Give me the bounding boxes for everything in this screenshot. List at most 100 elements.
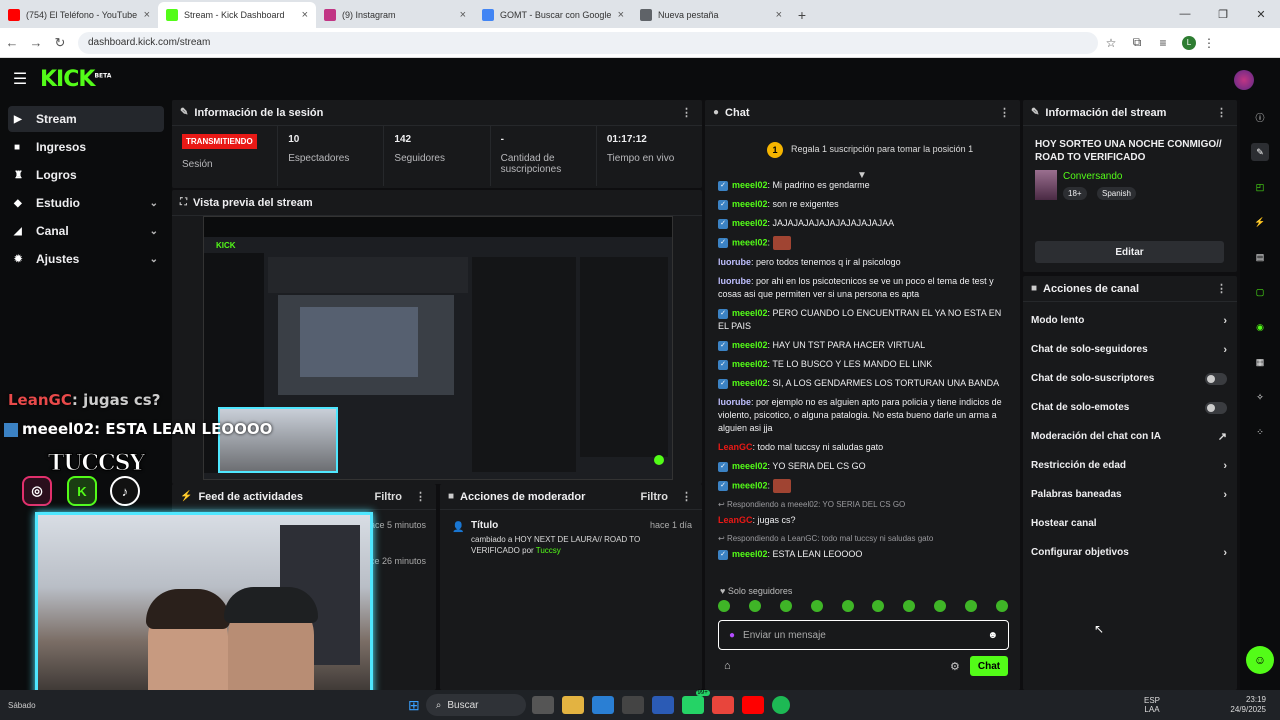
chat-username[interactable]: meeel02 [732,549,768,559]
chat-message[interactable]: ✓ meeel02: TE LO BUSCO Y LES MANDO EL LIN… [712,355,1012,374]
sidebar-item-ingresos[interactable]: ■ Ingresos [8,134,164,160]
language-indicator[interactable]: ESP LAA [1144,696,1160,714]
emote-icon[interactable] [718,600,730,612]
app-icon[interactable] [621,696,644,714]
stream-category[interactable]: Conversando [1063,171,1122,182]
whatsapp-icon[interactable]: 99+ [681,690,710,714]
channel-action-item[interactable]: Configurar objetivos › [1023,538,1237,567]
minimize-icon[interactable]: — [1166,0,1204,28]
chat-message[interactable]: ✓ meeel02: Mi padrino es gendarme [712,176,1012,195]
chat-send-button[interactable]: Chat [970,656,1008,676]
emote-icon[interactable] [934,600,947,612]
chat-message[interactable]: luorube: pero todos tenemos q ir al psic… [712,253,1012,272]
sidebar-item-estudio[interactable]: ◆ Estudio ⌄ [8,190,164,216]
sidebar-item-canal[interactable]: ◢ Canal ⌄ [8,218,164,244]
browser-tab[interactable]: Nueva pestaña × [632,2,790,28]
chat-username[interactable]: meeel02 [732,461,768,471]
emote-icon[interactable] [965,600,977,612]
toggle-switch[interactable] [1205,372,1227,385]
reload-icon[interactable]: ↻ [48,35,72,51]
chat-username[interactable]: meeel02 [732,237,768,247]
lightning-icon[interactable]: ⚡ [1251,213,1269,231]
chat-message[interactable]: ✓ meeel02: PERO CUANDO LO ENCUENTRAN EL Y… [712,304,1012,336]
chat-username[interactable]: LeanGC [718,442,753,452]
list-icon[interactable]: ▤ [1251,248,1269,266]
help-chat-icon[interactable]: ☺ [1246,646,1274,674]
panel-icon[interactable]: ▦ [1251,353,1269,371]
chat-message[interactable]: ✓ meeel02: HAY UN TST PARA HACER VIRTUAL [712,336,1012,355]
sidebar-item-logros[interactable]: ♜ Logros [8,162,164,188]
gift-sub-prompt[interactable]: Regala 1 suscripción para tomar la posic… [791,144,973,154]
channel-action-item[interactable]: Restricción de edad › [1023,451,1237,480]
more-options-icon[interactable]: ⋮ [1216,106,1227,119]
close-window-icon[interactable]: ✕ [1242,0,1280,28]
edit-stream-button[interactable]: Editar [1035,241,1224,263]
browser-tab[interactable]: (9) Instagram × [316,2,474,28]
clock[interactable]: 23:19 24/9/2025 [1230,695,1266,715]
close-icon[interactable]: × [302,9,308,21]
store-app-icon[interactable] [651,696,674,714]
spotify-icon[interactable] [771,696,790,714]
media-icon[interactable]: ≡ [1150,36,1176,50]
chat-message[interactable]: ✓ meeel02: JAJAJAJAJAJAJAJAJAJAJAA [712,214,1012,233]
browser-tab[interactable]: Stream - Kick Dashboard × [158,2,316,28]
chat-username[interactable]: meeel02 [732,180,768,190]
edge-icon[interactable] [591,696,614,714]
explorer-icon[interactable] [561,696,584,714]
chat-username[interactable]: meeel02 [732,359,768,369]
chat-message[interactable]: luorube: por ahi en los psicotecnicos se… [712,272,1012,304]
chat-username[interactable]: meeel02 [732,340,768,350]
mod-action-user[interactable]: Tuccsy [536,546,561,555]
close-icon[interactable]: × [776,9,782,21]
forward-icon[interactable]: → [24,35,48,50]
channel-action-item[interactable]: Chat de solo-emotes [1023,393,1237,422]
channel-action-item[interactable]: Hostear canal [1023,509,1237,538]
close-icon[interactable]: × [460,9,466,21]
weather-widget[interactable]: Sábado [8,701,68,710]
extensions-icon[interactable]: ⧉ [1124,35,1150,50]
mic-icon[interactable]: ● [729,630,735,641]
menu-hamburger-icon[interactable]: ☰ [0,69,40,89]
filter-button[interactable]: Filtro [375,491,403,503]
windows-start-icon[interactable]: ⊞ [408,697,420,714]
emoji-icon[interactable]: ☻ [987,630,998,641]
filter-button[interactable]: Filtro [641,491,669,503]
chat-username[interactable]: meeel02 [732,378,768,388]
chat-message[interactable]: ✓ meeel02: YO SERIA DEL CS GO [712,457,1012,476]
more-options-icon[interactable]: ⋮ [681,490,692,503]
chat-input[interactable]: ● Enviar un mensaje ☻ [718,620,1009,650]
chat-username[interactable]: meeel02 [732,199,768,209]
sidebar-item-ajustes[interactable]: ✹ Ajustes ⌄ [8,246,164,272]
profile-avatar[interactable]: L [1182,35,1196,50]
chat-message[interactable]: LeanGC: todo mal tuccsy ni saludas gato [712,438,1012,457]
user-avatar[interactable] [1234,70,1254,90]
chat-message[interactable]: ✓ meeel02: SI, A LOS GENDARMES LOS TORTUR… [712,374,1012,393]
chat-username[interactable]: LeanGC [718,515,753,525]
emote-icon[interactable] [872,600,885,612]
chat-message[interactable]: ✓ meeel02: [712,476,1012,496]
emote-icon[interactable] [810,600,823,612]
new-tab-icon[interactable]: + [790,2,814,28]
back-icon[interactable]: ← [0,35,24,50]
emote-icon[interactable] [779,600,792,612]
chat-settings-icon[interactable]: ⚙ [950,660,960,673]
info-icon[interactable]: ⓘ [1251,108,1269,126]
emote-icon[interactable] [995,600,1008,612]
chat-message[interactable]: luorube: por ejemplo no es alguien apto … [712,393,1012,438]
close-icon[interactable]: × [144,9,150,21]
toggle-switch[interactable] [1205,401,1227,414]
chat-username[interactable]: luorube [718,397,751,407]
chat-message[interactable]: ✓ meeel02: [712,233,1012,253]
chat-username[interactable]: meeel02 [732,308,768,318]
broadcast-icon[interactable]: ◉ [1251,318,1269,336]
close-icon[interactable]: × [618,9,624,21]
stream-preview-video[interactable]: KICK [203,216,673,480]
edit-icon[interactable]: ✎ [1251,143,1269,161]
channel-action-item[interactable]: Moderación del chat con IA ↗ [1023,422,1237,451]
channel-action-item[interactable]: Modo lento › [1023,306,1237,335]
chat-message[interactable]: ✓ meeel02: son re exigentes [712,195,1012,214]
clip-icon[interactable]: ◰ [1251,178,1269,196]
chat-message[interactable]: LeanGC: jugas cs? [712,511,1012,530]
more-options-icon[interactable]: ⋮ [415,490,426,503]
emote-icon[interactable] [748,600,761,612]
